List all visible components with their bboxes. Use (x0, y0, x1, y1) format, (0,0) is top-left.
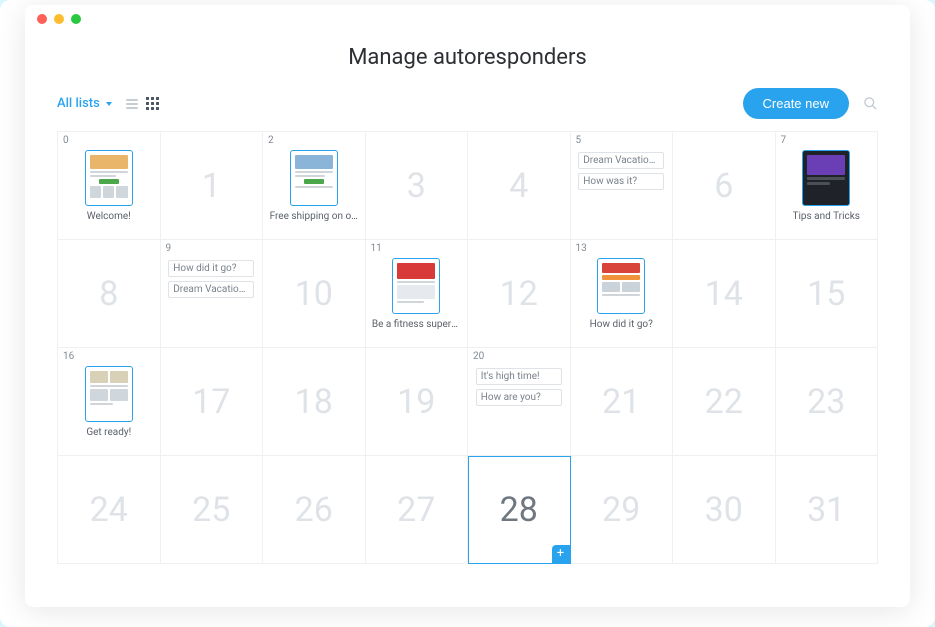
day-index: 13 (576, 243, 587, 254)
day-number: 27 (397, 490, 435, 530)
email-thumbnail[interactable] (85, 366, 133, 422)
day-number: 22 (705, 382, 743, 422)
day-number: 28 (500, 490, 538, 530)
day-number: 15 (807, 274, 845, 314)
minimize-window-dot[interactable] (54, 14, 64, 24)
day-index: 11 (371, 243, 382, 254)
create-new-button[interactable]: Create new (743, 88, 849, 119)
day-number: 23 (807, 382, 845, 422)
day-cell-7[interactable]: 7 Tips and Tricks (776, 132, 879, 240)
email-caption: Welcome! (87, 211, 131, 222)
close-window-dot[interactable] (37, 14, 47, 24)
day-cell-12[interactable]: 12 (468, 240, 571, 348)
day-cell-14[interactable]: 14 (673, 240, 776, 348)
day-cell-19[interactable]: 19 (366, 348, 469, 456)
day-cell-27[interactable]: 27 (366, 456, 469, 564)
day-cell-8[interactable]: 8 (58, 240, 161, 348)
day-cell-13[interactable]: 13 How did it go? (571, 240, 674, 348)
day-cell-1[interactable]: 1 (161, 132, 264, 240)
email-thumbnail[interactable] (392, 258, 440, 314)
day-index: 5 (576, 135, 582, 146)
email-caption: Get ready! (86, 427, 131, 438)
day-cell-11[interactable]: 11 Be a fitness supers… (366, 240, 469, 348)
day-cell-15[interactable]: 15 (776, 240, 879, 348)
chevron-down-icon (106, 102, 112, 106)
autoresponder-calendar: 0 Welcome! 1 2 (57, 131, 878, 564)
email-pill[interactable]: How are you? (476, 389, 562, 406)
day-number: 24 (90, 490, 128, 530)
add-autoresponder-button[interactable]: + (552, 545, 570, 563)
view-toggle-group (126, 97, 159, 110)
day-number: 30 (705, 490, 743, 530)
day-number: 14 (705, 274, 743, 314)
email-pill[interactable]: How was it? (578, 173, 664, 190)
list-view-icon[interactable] (126, 99, 138, 109)
day-index: 2 (268, 135, 274, 146)
day-number: 18 (295, 382, 333, 422)
email-thumbnail[interactable] (85, 150, 133, 206)
email-pill[interactable]: It's high time! (476, 368, 562, 385)
day-cell-4[interactable]: 4 (468, 132, 571, 240)
toolbar: All lists Create new (25, 88, 910, 131)
day-cell-20[interactable]: 20 It's high time! How are you? (468, 348, 571, 456)
grid-view-icon[interactable] (146, 97, 159, 110)
day-index: 9 (166, 243, 172, 254)
page-title: Manage autoresponders (25, 45, 910, 70)
day-cell-3[interactable]: 3 (366, 132, 469, 240)
email-caption: Tips and Tricks (793, 211, 860, 222)
day-cell-26[interactable]: 26 (263, 456, 366, 564)
email-thumbnail[interactable] (290, 150, 338, 206)
day-number: 25 (192, 490, 230, 530)
day-number: 6 (714, 166, 733, 206)
maximize-window-dot[interactable] (71, 14, 81, 24)
day-cell-23[interactable]: 23 (776, 348, 879, 456)
email-pill[interactable]: How did it go? (168, 260, 254, 277)
email-thumbnail[interactable] (802, 150, 850, 206)
search-icon[interactable] (863, 96, 878, 111)
day-cell-21[interactable]: 21 (571, 348, 674, 456)
day-cell-16[interactable]: 16 Get ready! (58, 348, 161, 456)
email-pill[interactable]: Dream Vacatio… (578, 152, 664, 169)
day-cell-30[interactable]: 30 (673, 456, 776, 564)
day-cell-22[interactable]: 22 (673, 348, 776, 456)
day-number: 4 (509, 166, 528, 206)
day-cell-28-selected[interactable]: 28 + (468, 456, 571, 564)
window-titlebar (25, 5, 910, 33)
day-number: 3 (407, 166, 426, 206)
day-cell-9[interactable]: 9 How did it go? Dream Vacatio… (161, 240, 264, 348)
day-cell-31[interactable]: 31 (776, 456, 879, 564)
day-cell-2[interactable]: 2 Free shipping on o… (263, 132, 366, 240)
day-index: 16 (63, 351, 74, 362)
day-cell-29[interactable]: 29 (571, 456, 674, 564)
day-number: 26 (295, 490, 333, 530)
app-window: Manage autoresponders All lists Create n… (25, 5, 910, 607)
day-cell-18[interactable]: 18 (263, 348, 366, 456)
day-number: 17 (192, 382, 230, 422)
day-index: 0 (63, 135, 69, 146)
day-number: 19 (397, 382, 435, 422)
day-cell-10[interactable]: 10 (263, 240, 366, 348)
day-cell-17[interactable]: 17 (161, 348, 264, 456)
email-pill[interactable]: Dream Vacatio… (168, 281, 254, 298)
email-thumbnail[interactable] (597, 258, 645, 314)
day-number: 10 (295, 274, 333, 314)
email-caption: How did it go? (590, 319, 653, 330)
day-number: 21 (602, 382, 640, 422)
list-filter-label: All lists (57, 96, 100, 111)
email-caption: Free shipping on o… (270, 211, 358, 222)
day-number: 1 (202, 166, 221, 206)
day-cell-0[interactable]: 0 Welcome! (58, 132, 161, 240)
day-index: 7 (781, 135, 787, 146)
list-filter-dropdown[interactable]: All lists (57, 96, 112, 111)
day-cell-25[interactable]: 25 (161, 456, 264, 564)
day-number: 29 (602, 490, 640, 530)
email-caption: Be a fitness supers… (372, 319, 461, 330)
day-number: 12 (500, 274, 538, 314)
day-number: 31 (807, 490, 845, 530)
day-cell-24[interactable]: 24 (58, 456, 161, 564)
day-cell-6[interactable]: 6 (673, 132, 776, 240)
day-index: 20 (473, 351, 484, 362)
day-number: 8 (99, 274, 118, 314)
day-cell-5[interactable]: 5 Dream Vacatio… How was it? (571, 132, 674, 240)
